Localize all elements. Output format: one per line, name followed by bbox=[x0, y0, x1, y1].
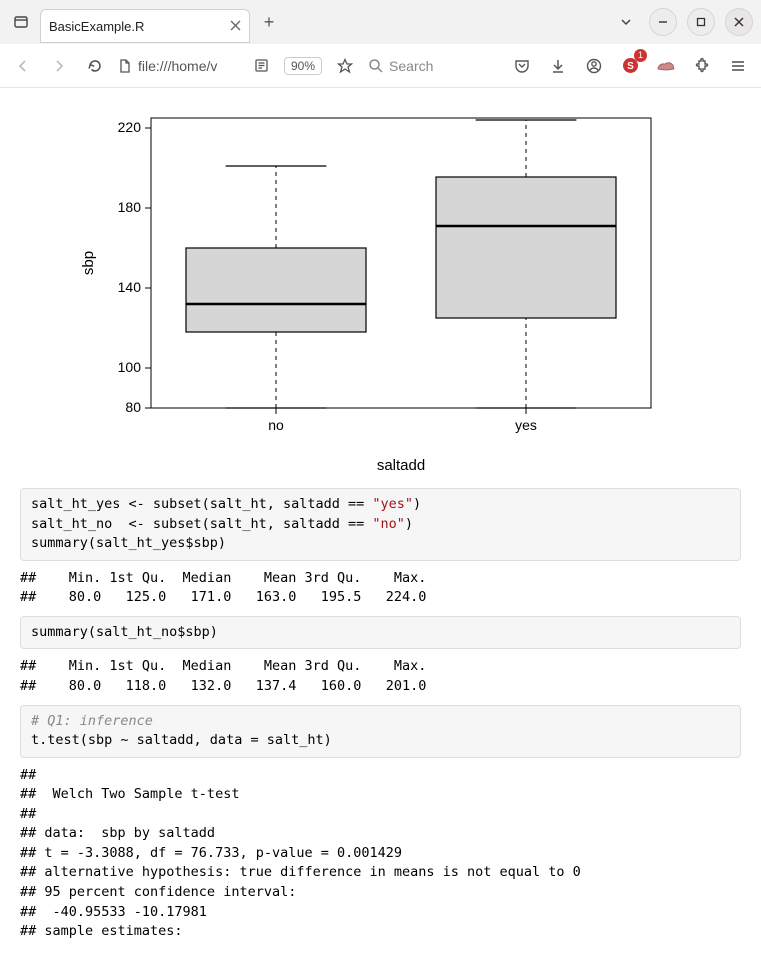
svg-text:140: 140 bbox=[117, 279, 141, 295]
svg-text:100: 100 bbox=[117, 359, 141, 375]
hamburger-menu-icon[interactable] bbox=[725, 53, 751, 79]
extension-shoe-icon[interactable] bbox=[653, 53, 679, 79]
account-icon[interactable] bbox=[581, 53, 607, 79]
browser-toolbar: file:///home/v 90% Search S bbox=[0, 44, 761, 88]
output-block-2: ## Min. 1st Qu. Median Mean 3rd Qu. Max.… bbox=[20, 657, 741, 696]
window-titlebar: BasicExample.R + bbox=[0, 0, 761, 44]
zoom-badge[interactable]: 90% bbox=[284, 57, 322, 75]
page-content: 80 100 140 180 220 sbp saltadd no yes salt_ht_ye… bbox=[0, 88, 761, 962]
svg-text:80: 80 bbox=[125, 399, 141, 415]
svg-text:no: no bbox=[268, 417, 284, 433]
tab-list-chevron-icon[interactable] bbox=[613, 9, 639, 35]
svg-text:sbp: sbp bbox=[80, 251, 97, 275]
panel-icon[interactable] bbox=[8, 9, 34, 35]
downloads-icon[interactable] bbox=[545, 53, 571, 79]
url-bar[interactable]: file:///home/v bbox=[118, 58, 238, 74]
new-tab-button[interactable]: + bbox=[256, 9, 282, 35]
svg-text:220: 220 bbox=[117, 119, 141, 135]
tab-close-icon[interactable] bbox=[230, 19, 241, 34]
code-block-2: summary(salt_ht_no$sbp) bbox=[20, 616, 741, 650]
maximize-button[interactable] bbox=[687, 8, 715, 36]
reload-button[interactable] bbox=[82, 53, 108, 79]
svg-text:180: 180 bbox=[117, 199, 141, 215]
noscript-icon[interactable]: S bbox=[617, 53, 643, 79]
svg-text:saltadd: saltadd bbox=[376, 457, 424, 474]
back-button[interactable] bbox=[10, 53, 36, 79]
tab-title: BasicExample.R bbox=[49, 19, 144, 34]
search-placeholder: Search bbox=[389, 58, 433, 74]
boxplot-chart: 80 100 140 180 220 sbp saltadd no yes bbox=[71, 98, 691, 478]
svg-text:yes: yes bbox=[515, 417, 537, 433]
browser-tab[interactable]: BasicExample.R bbox=[40, 9, 250, 43]
reader-mode-icon[interactable] bbox=[248, 53, 274, 79]
extensions-icon[interactable] bbox=[689, 53, 715, 79]
svg-text:S: S bbox=[627, 61, 634, 72]
url-text: file:///home/v bbox=[138, 58, 217, 74]
search-icon bbox=[368, 58, 383, 73]
search-box[interactable]: Search bbox=[368, 58, 478, 74]
close-window-button[interactable] bbox=[725, 8, 753, 36]
forward-button[interactable] bbox=[46, 53, 72, 79]
bookmark-star-icon[interactable] bbox=[332, 53, 358, 79]
code-block-1: salt_ht_yes <- subset(salt_ht, saltadd =… bbox=[20, 488, 741, 561]
output-block-1: ## Min. 1st Qu. Median Mean 3rd Qu. Max.… bbox=[20, 569, 741, 608]
output-block-3: ## ## Welch Two Sample t-test ## ## data… bbox=[20, 766, 741, 942]
file-icon bbox=[118, 59, 132, 73]
pocket-icon[interactable] bbox=[509, 53, 535, 79]
code-block-3: # Q1: inference t.test(sbp ~ saltadd, da… bbox=[20, 705, 741, 758]
minimize-button[interactable] bbox=[649, 8, 677, 36]
